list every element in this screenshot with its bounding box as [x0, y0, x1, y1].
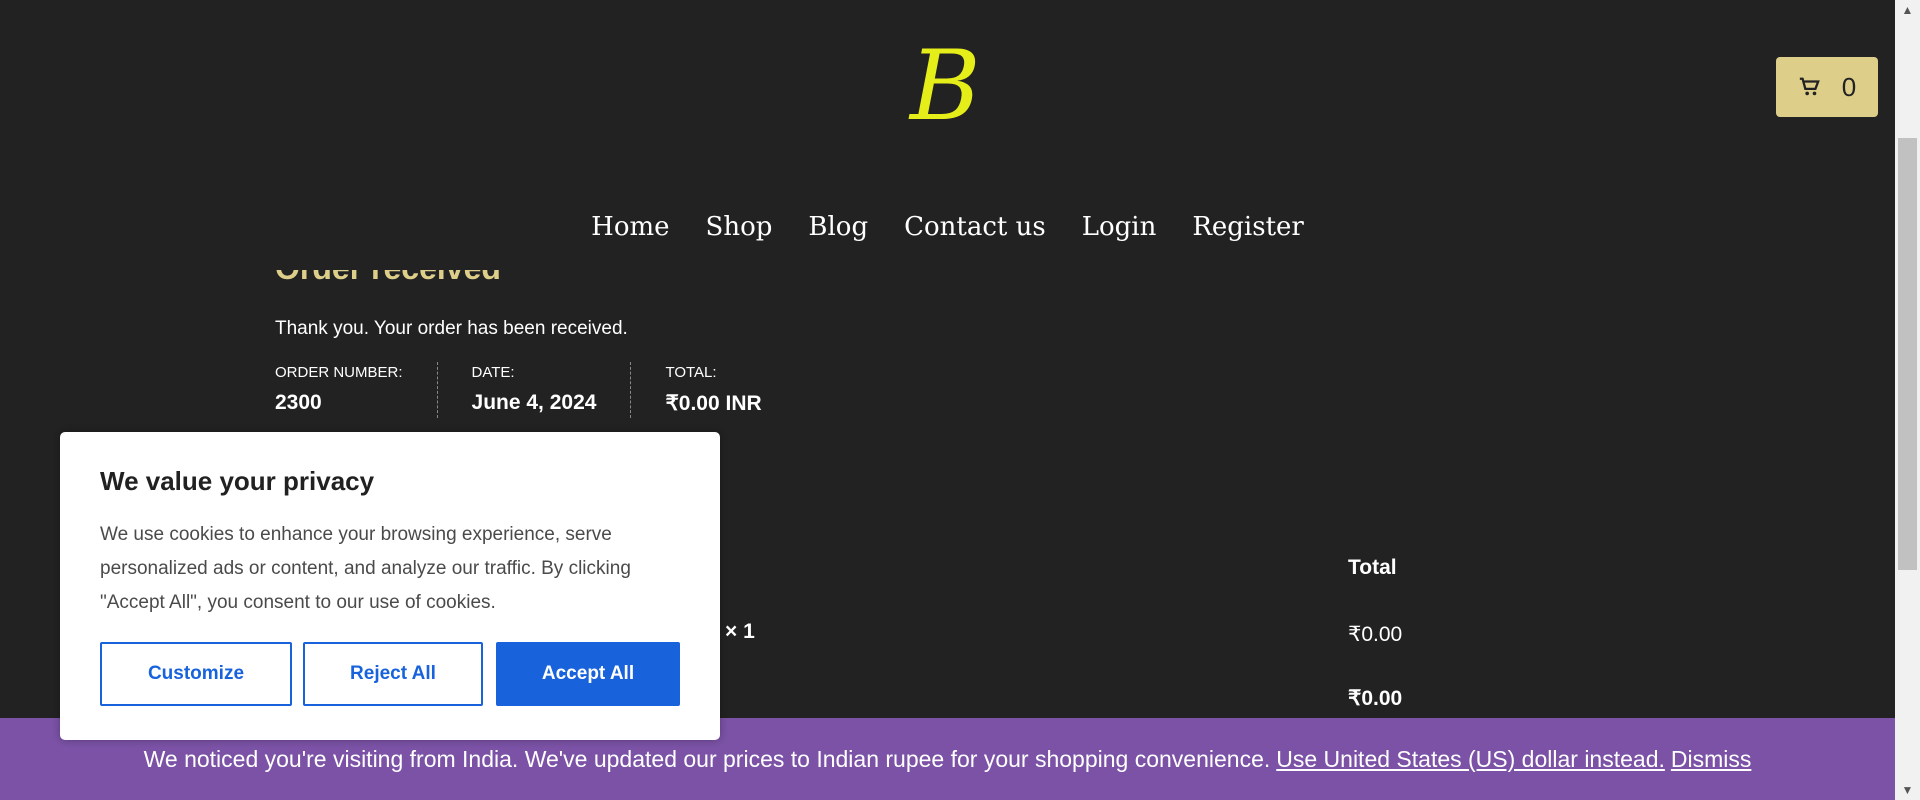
nav-blog[interactable]: Blog	[808, 212, 868, 242]
customize-button[interactable]: Customize	[100, 642, 292, 706]
cookie-consent-dialog: We value your privacy We use cookies to …	[60, 432, 720, 740]
dismiss-link[interactable]: Dismiss	[1671, 746, 1752, 773]
site-logo[interactable]: B	[910, 36, 981, 136]
currency-notice-text: We noticed you're visiting from India. W…	[143, 745, 1271, 772]
nav-home[interactable]: Home	[591, 212, 669, 242]
order-number: Order number: 2300	[275, 362, 438, 418]
order-number-label: Order number:	[275, 364, 403, 381]
order-total-value: ₹0.00 INR	[665, 392, 762, 415]
reject-all-button[interactable]: Reject All	[303, 642, 483, 706]
order-number-value: 2300	[275, 391, 322, 414]
site-header: B 0 Home Shop Blog Contact us Login Regi…	[0, 0, 1895, 270]
order-total: Total: ₹0.00 INR	[665, 362, 795, 418]
nav-login[interactable]: Login	[1082, 212, 1157, 242]
order-date-value: June 4, 2024	[471, 391, 597, 414]
item-line-total: ₹0.00	[1348, 623, 1403, 646]
nav-shop[interactable]: Shop	[706, 212, 773, 242]
accept-all-button[interactable]: Accept All	[496, 642, 680, 706]
order-date-label: Date:	[471, 364, 515, 381]
nav-contact[interactable]: Contact us	[904, 212, 1046, 242]
scrollbar-thumb[interactable]	[1898, 138, 1917, 570]
cart-button[interactable]: 0	[1776, 57, 1878, 117]
order-date: Date: June 4, 2024	[472, 362, 632, 418]
switch-currency-link[interactable]: Use United States (US) dollar instead.	[1276, 746, 1665, 773]
cart-count: 0	[1841, 71, 1857, 102]
grand-total: ₹0.00	[1348, 687, 1403, 710]
scroll-down-arrow-icon[interactable]: ▼	[1895, 780, 1920, 800]
order-overview: Order number: 2300 Date: June 4, 2024 To…	[275, 362, 830, 418]
cookie-title: We value your privacy	[100, 466, 375, 496]
table-total-header: Total	[1348, 556, 1397, 579]
cart-icon	[1799, 77, 1820, 96]
scroll-up-arrow-icon[interactable]: ▲	[1895, 0, 1920, 20]
item-quantity: × 1	[725, 620, 755, 643]
order-total-label: Total:	[665, 364, 717, 381]
main-nav: Home Shop Blog Contact us Login Register	[0, 212, 1895, 242]
cookie-body: We use cookies to enhance your browsing …	[100, 524, 631, 613]
nav-register[interactable]: Register	[1192, 212, 1304, 242]
order-thanks-text: Thank you. Your order has been received.	[275, 318, 628, 339]
